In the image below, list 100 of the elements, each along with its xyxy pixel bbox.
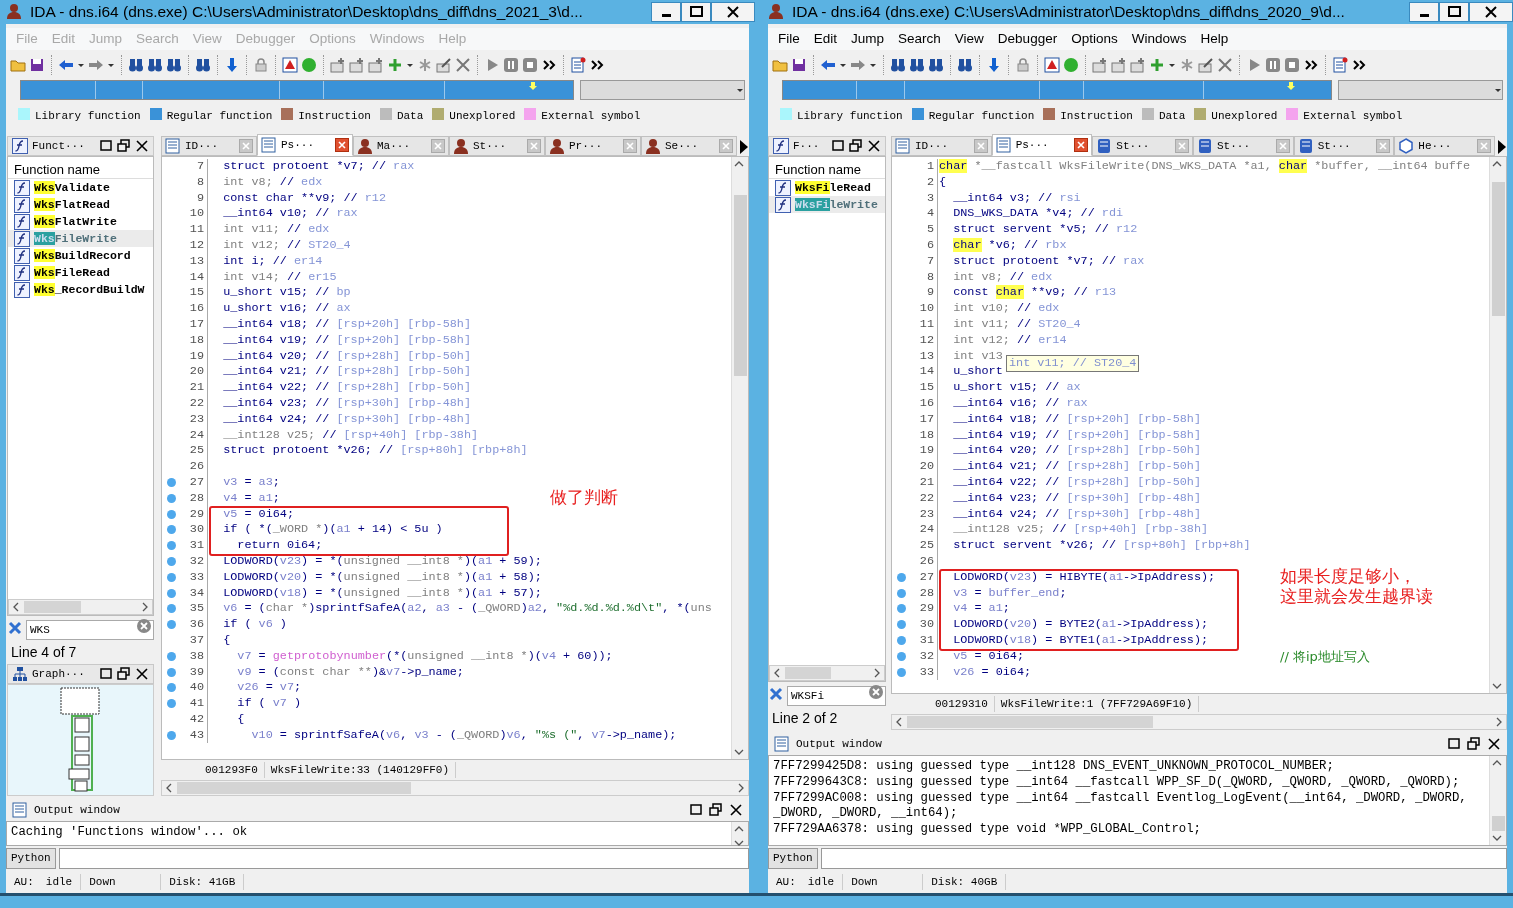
restore-icon[interactable] (709, 803, 723, 817)
horizontal-scrollbar[interactable] (891, 714, 1507, 730)
breakpoint-dot[interactable] (897, 651, 906, 661)
close-icon[interactable] (725, 5, 741, 19)
horizontal-scrollbar[interactable] (8, 599, 153, 615)
scroll-thumb[interactable] (734, 195, 747, 376)
function-item[interactable]: WksFlatWrite (8, 213, 153, 230)
vertical-scrollbar[interactable] (1489, 756, 1506, 845)
menu-item[interactable]: Search (892, 28, 947, 50)
breakpoint-dot[interactable] (897, 635, 906, 645)
menu-item[interactable]: Help (1194, 28, 1235, 50)
breakpoint-dot[interactable] (167, 588, 176, 598)
tab[interactable]: St··· (1193, 136, 1294, 156)
tab[interactable]: ID··· (891, 136, 992, 156)
menu-item[interactable]: Options (1065, 28, 1124, 50)
python-button[interactable]: Python (6, 848, 56, 869)
binoculars-icon[interactable] (957, 57, 973, 73)
function-item[interactable]: WksFileWrite (8, 230, 153, 247)
close-tab-icon[interactable] (1074, 138, 1089, 152)
maximize-icon[interactable] (1446, 5, 1462, 19)
breakpoint-dot[interactable] (167, 541, 176, 551)
edit-icon[interactable] (1198, 57, 1214, 73)
plus-box-icon[interactable] (330, 57, 346, 73)
x-icon[interactable] (1217, 57, 1233, 73)
horizontal-scrollbar[interactable] (769, 665, 885, 681)
vertical-scrollbar[interactable] (731, 157, 748, 759)
x-icon[interactable] (455, 57, 471, 73)
binoculars-icon[interactable] (195, 57, 211, 73)
close-icon[interactable] (135, 139, 149, 153)
close-tab-icon[interactable] (335, 138, 349, 152)
close-filter-icon[interactable] (7, 620, 23, 636)
close-icon[interactable] (729, 803, 743, 817)
maximize-icon[interactable] (689, 803, 703, 817)
tab[interactable]: Ma··· (353, 136, 449, 156)
breakpoint-dot[interactable] (897, 667, 906, 677)
minimize-button[interactable] (651, 2, 681, 22)
notepad-icon[interactable] (570, 57, 586, 73)
tab[interactable]: Ps··· (257, 134, 353, 156)
plus-box-icon[interactable] (1111, 57, 1127, 73)
binoculars-icon[interactable] (909, 57, 925, 73)
binoculars-icon[interactable] (128, 57, 144, 73)
close-filter-icon[interactable] (768, 686, 784, 702)
scroll-thumb[interactable] (24, 601, 82, 613)
breakpoint-dot[interactable] (167, 730, 176, 740)
function-item[interactable]: WksBuildRecord (8, 247, 153, 264)
edit-icon[interactable] (436, 57, 452, 73)
menu-item[interactable]: Debugger (991, 28, 1064, 50)
tab[interactable]: Pr··· (545, 136, 641, 156)
breakpoint-dot[interactable] (897, 588, 906, 598)
function-item[interactable]: WksFileRead (769, 179, 885, 196)
function-item[interactable]: WksFileWrite (769, 196, 885, 213)
menu-item[interactable]: View (948, 28, 990, 50)
function-item[interactable]: WksValidate (8, 179, 153, 196)
filter-field[interactable]: WKSFi (787, 686, 886, 706)
minimize-button[interactable] (1409, 2, 1439, 22)
restore-icon[interactable] (117, 667, 131, 681)
warning-icon[interactable] (282, 57, 298, 73)
breakpoint-dot[interactable] (167, 651, 176, 661)
menu-item[interactable]: Edit (807, 28, 844, 50)
breakpoint-dot[interactable] (167, 493, 176, 503)
breakpoint-dot[interactable] (897, 572, 906, 582)
function-item[interactable]: Wks_RecordBuildW (8, 281, 153, 298)
tab[interactable]: He··· (1394, 136, 1496, 156)
breakpoint-dot[interactable] (167, 509, 176, 519)
scroll-thumb[interactable] (785, 667, 831, 679)
breakpoint-dot[interactable] (167, 667, 176, 677)
lock-icon[interactable] (253, 57, 269, 73)
back-arrow-icon[interactable] (58, 57, 74, 73)
scroll-thumb[interactable] (177, 782, 412, 794)
tab[interactable]: ID··· (161, 136, 257, 156)
breakpoint-dot[interactable] (167, 525, 176, 535)
down-arrow-icon[interactable] (986, 57, 1002, 73)
maximize-icon[interactable] (99, 667, 113, 681)
panel-title[interactable]: Output window (34, 801, 120, 819)
close-icon[interactable] (867, 139, 881, 153)
binoculars-icon[interactable] (890, 57, 906, 73)
command-field[interactable] (820, 848, 1507, 869)
breakpoint-dot[interactable] (167, 699, 176, 709)
breakpoint-dot[interactable] (897, 620, 906, 630)
column-header[interactable]: Function name (8, 157, 153, 179)
notepad-icon[interactable] (1332, 57, 1348, 73)
python-button[interactable]: Python (768, 848, 818, 869)
restore-icon[interactable] (849, 139, 863, 153)
maximize-button[interactable] (681, 2, 711, 22)
tab[interactable]: St··· (1092, 136, 1193, 156)
menu-item[interactable]: Jump (845, 28, 891, 50)
binoculars-icon[interactable] (147, 57, 163, 73)
pause-icon[interactable] (503, 57, 519, 73)
tab[interactable]: St··· (449, 136, 545, 156)
scroll-thumb[interactable] (907, 716, 1153, 728)
breakpoint-dot[interactable] (167, 683, 176, 693)
scroll-thumb[interactable] (1492, 815, 1505, 831)
command-field[interactable] (58, 848, 749, 869)
vertical-scrollbar[interactable] (731, 822, 748, 845)
breakpoint-dot[interactable] (167, 477, 176, 487)
close-icon[interactable] (1487, 737, 1501, 751)
binoculars-icon[interactable] (166, 57, 182, 73)
scroll-thumb[interactable] (1492, 181, 1505, 316)
pause-icon[interactable] (1265, 57, 1281, 73)
function-item[interactable]: WksFileRead (8, 264, 153, 281)
